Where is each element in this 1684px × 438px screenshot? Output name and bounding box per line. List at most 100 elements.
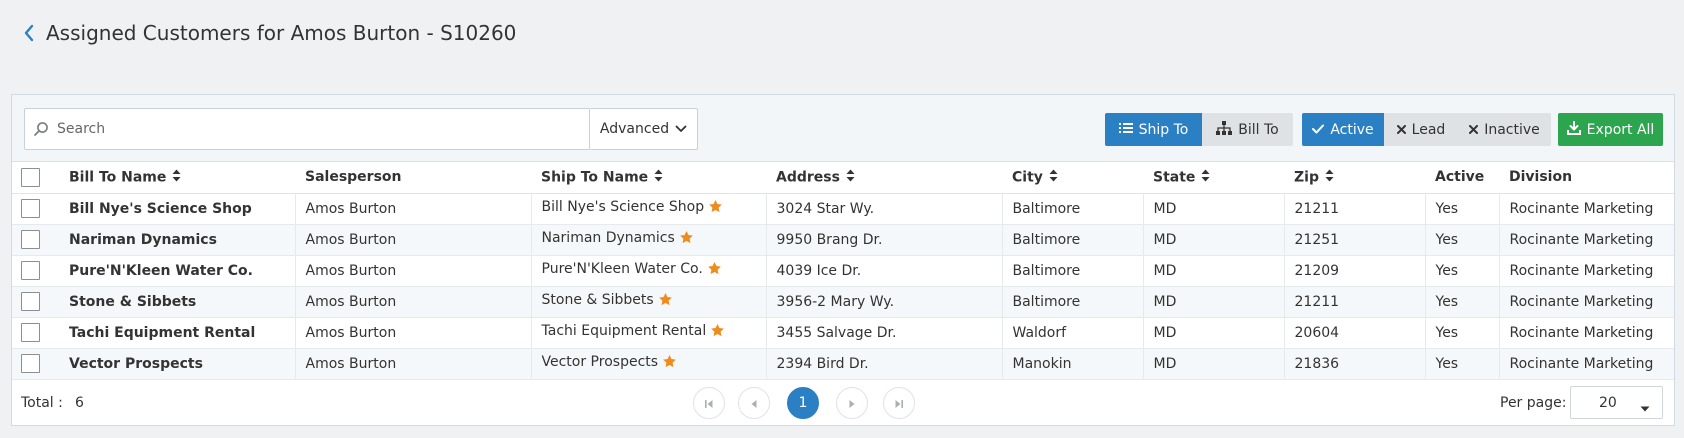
customers-table: Bill To Name Salesperson Ship To Name Ad…	[12, 162, 1674, 380]
select-all-checkbox[interactable]	[21, 167, 40, 187]
next-page-button[interactable]	[836, 387, 868, 419]
close-icon	[1396, 122, 1406, 138]
search-icon	[25, 109, 57, 149]
cell-salesperson: Amos Burton	[295, 255, 532, 287]
cell-ship-to-name[interactable]: Vector Prospects	[531, 348, 767, 380]
cell-bill-to-name[interactable]: Nariman Dynamics	[59, 224, 296, 256]
table-row[interactable]: Nariman Dynamics Amos Burton Nariman Dynam…	[12, 224, 1674, 256]
row-checkbox[interactable]	[21, 261, 40, 280]
ship-to-toggle[interactable]: Ship To	[1105, 113, 1202, 146]
table-row[interactable]: Stone & Sibbets Amos Burton Stone & Sibbet…	[12, 286, 1674, 318]
column-header-city[interactable]: City	[1002, 162, 1143, 194]
cell-city: Baltimore	[1002, 193, 1144, 225]
page-header: Assigned Customers for Amos Burton - S10…	[20, 18, 516, 48]
customers-panel: Advanced Ship To Bill To Active	[11, 94, 1675, 426]
export-all-button[interactable]: Export All	[1558, 113, 1663, 146]
sort-icon[interactable]	[172, 169, 181, 186]
first-page-button[interactable]	[693, 387, 725, 419]
cell-ship-to-name[interactable]: Bill Nye's Science Shop	[531, 193, 767, 225]
table-body: Bill Nye's Science Shop Amos Burton Bill N…	[12, 193, 1674, 380]
sort-icon[interactable]	[1201, 169, 1210, 186]
cell-zip: 21211	[1284, 193, 1426, 225]
lead-label: Lead	[1411, 121, 1446, 138]
row-checkbox[interactable]	[21, 230, 40, 249]
star-icon[interactable]	[710, 323, 725, 342]
cell-bill-to-name[interactable]: Pure'N'Kleen Water Co.	[59, 255, 296, 287]
cell-ship-to-name[interactable]: Pure'N'Kleen Water Co.	[531, 255, 767, 287]
cell-state: MD	[1143, 193, 1285, 225]
table-footer: Total : 6 1 Per page: 20	[12, 380, 1674, 426]
row-checkbox[interactable]	[21, 199, 40, 218]
cell-zip: 20604	[1284, 317, 1426, 349]
export-label: Export All	[1586, 121, 1655, 138]
sort-icon[interactable]	[1325, 169, 1334, 186]
chevron-left-icon[interactable]	[20, 24, 38, 42]
row-checkbox[interactable]	[21, 354, 40, 373]
cell-city: Baltimore	[1002, 255, 1144, 287]
star-icon[interactable]	[708, 199, 723, 218]
next-page-icon	[848, 394, 856, 413]
search-input[interactable]	[57, 110, 589, 148]
advanced-label: Advanced	[599, 121, 670, 137]
column-header-ship-to-name[interactable]: Ship To Name	[531, 162, 766, 194]
cell-ship-to-name[interactable]: Tachi Equipment Rental	[531, 317, 767, 349]
cell-zip: 21251	[1284, 224, 1426, 256]
advanced-search-dropdown[interactable]: Advanced	[590, 108, 698, 150]
cell-bill-to-name[interactable]: Vector Prospects	[59, 348, 296, 380]
cell-bill-to-name[interactable]: Bill Nye's Science Shop	[59, 193, 296, 225]
cell-bill-to-name[interactable]: Tachi Equipment Rental	[59, 317, 296, 349]
table-header-row: Bill To Name Salesperson Ship To Name Ad…	[12, 162, 1674, 194]
list-icon	[1118, 122, 1133, 138]
row-checkbox[interactable]	[21, 323, 40, 342]
column-header-zip[interactable]: Zip	[1284, 162, 1425, 194]
column-header-address[interactable]: Address	[766, 162, 1002, 194]
cell-active: Yes	[1425, 255, 1500, 287]
lead-filter-toggle[interactable]: Lead	[1384, 113, 1458, 146]
row-checkbox[interactable]	[21, 292, 40, 311]
ship-to-name-text: Nariman Dynamics	[541, 230, 675, 246]
cell-bill-to-name[interactable]: Stone & Sibbets	[59, 286, 296, 318]
cell-division: Rocinante Marketing	[1499, 317, 1674, 349]
cell-ship-to-name[interactable]: Nariman Dynamics	[531, 224, 767, 256]
sort-icon[interactable]	[1049, 169, 1058, 186]
ship-to-name-text: Bill Nye's Science Shop	[541, 199, 705, 215]
sort-icon[interactable]	[846, 169, 855, 186]
ship-to-name-text: Pure'N'Kleen Water Co.	[541, 261, 703, 277]
cell-active: Yes	[1425, 348, 1500, 380]
table-row[interactable]: Pure'N'Kleen Water Co. Amos Burton Pure'N'…	[12, 255, 1674, 287]
last-page-icon	[894, 394, 904, 413]
star-icon[interactable]	[707, 261, 722, 280]
download-icon	[1566, 120, 1581, 139]
sort-icon[interactable]	[654, 169, 663, 186]
table-row[interactable]: Vector Prospects Amos Burton Vector Prospe…	[12, 348, 1674, 380]
cell-address: 9950 Brang Dr.	[766, 224, 1003, 256]
cell-salesperson: Amos Burton	[295, 317, 532, 349]
cell-zip: 21836	[1284, 348, 1426, 380]
cell-state: MD	[1143, 255, 1285, 287]
page-button-current[interactable]: 1	[787, 387, 819, 419]
previous-page-button[interactable]	[738, 387, 770, 419]
cell-city: Waldorf	[1002, 317, 1144, 349]
star-icon[interactable]	[658, 292, 673, 311]
cell-ship-to-name[interactable]: Stone & Sibbets	[531, 286, 767, 318]
previous-page-icon	[750, 394, 758, 413]
inactive-filter-toggle[interactable]: Inactive	[1458, 113, 1551, 146]
cell-active: Yes	[1425, 317, 1500, 349]
column-header-state[interactable]: State	[1143, 162, 1284, 194]
column-header-bill-to-name[interactable]: Bill To Name	[59, 162, 295, 194]
close-icon	[1469, 122, 1479, 138]
star-icon[interactable]	[662, 354, 677, 373]
per-page-label: Per page:	[1500, 395, 1567, 411]
cell-state: MD	[1143, 286, 1285, 318]
table-row[interactable]: Bill Nye's Science Shop Amos Burton Bill N…	[12, 193, 1674, 225]
per-page-select[interactable]: 20	[1570, 386, 1663, 419]
star-icon[interactable]	[679, 230, 694, 249]
first-page-icon	[704, 394, 714, 413]
cell-zip: 21209	[1284, 255, 1426, 287]
table-row[interactable]: Tachi Equipment Rental Amos Burton Tachi E…	[12, 317, 1674, 349]
bill-to-toggle[interactable]: Bill To	[1202, 113, 1293, 146]
last-page-button[interactable]	[883, 387, 915, 419]
cell-active: Yes	[1425, 193, 1500, 225]
active-filter-toggle[interactable]: Active	[1302, 113, 1384, 146]
column-header-division: Division	[1499, 162, 1674, 194]
